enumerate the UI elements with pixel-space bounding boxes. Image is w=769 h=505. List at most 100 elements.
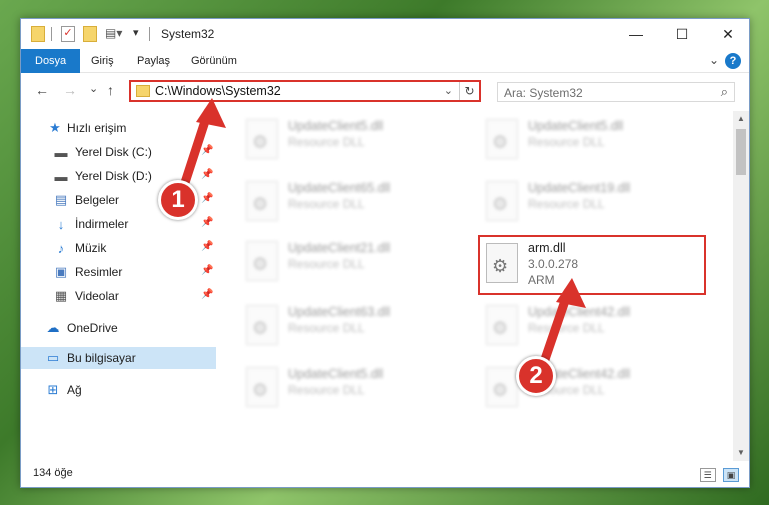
vertical-scrollbar[interactable]: ▲ ▼ [733,111,749,461]
sidebar-item-onedrive[interactable]: ☁ OneDrive [21,317,216,339]
new-folder-icon[interactable] [83,26,97,42]
sidebar-item-label: Hızlı erişim [67,121,127,135]
drive-icon: ▬ [54,168,68,184]
tab-view[interactable]: Görünüm [181,49,247,73]
customize-toolbar-icon[interactable]: ▾ [133,26,143,42]
dll-file-icon: ⚙ [486,305,518,345]
folder-icon [31,26,45,42]
pin-icon[interactable]: 📌 [201,289,213,300]
sidebar-item-local-disk-c[interactable]: ▬ Yerel Disk (C:) 📌 [21,141,216,163]
sidebar-item-videos[interactable]: ▦ Videolar 📌 [21,285,216,307]
file-item[interactable]: ⚙ UpdateClient5.dll Resource DLL [218,115,448,167]
scroll-down-icon[interactable]: ▼ [733,445,749,461]
sidebar-item-label: Yerel Disk (C:) [75,145,152,159]
file-name: UpdateClient65.dll [288,181,391,195]
file-item[interactable]: ⚙ UpdateClient42.dll Resource DLL [458,301,688,353]
file-name: UpdateClient5.dll [288,367,384,381]
sidebar-item-pictures[interactable]: ▣ Resimler 📌 [21,261,216,283]
help-icon[interactable]: ? [725,53,741,69]
cloud-icon: ☁ [46,320,60,335]
scroll-up-icon[interactable]: ▲ [733,111,749,127]
file-name: UpdateClient42.dll [528,305,631,319]
file-item-arm-dll[interactable]: ⚙ arm.dll 3.0.0.278 ARM [478,235,706,295]
pin-icon[interactable]: 📌 [201,193,213,204]
properties-icon[interactable]: ✓ [61,26,75,42]
search-icon[interactable]: ⌕ [721,84,728,100]
sidebar-item-quick-access[interactable]: ★ Hızlı erişim [21,117,216,139]
computer-icon: ▭ [46,350,60,365]
gear-icon: ⚙ [252,380,269,400]
pin-icon[interactable]: 📌 [201,265,213,276]
quick-access-toolbar-icon[interactable]: ▤▾ [105,26,125,42]
gear-icon: ⚙ [492,194,509,214]
sidebar-item-label: Müzik [75,241,107,255]
file-item[interactable]: ⚙ UpdateClient42.dll Resource DLL [458,363,688,415]
dll-file-icon: ⚙ [486,119,518,159]
file-list: ⚙ UpdateClient5.dll Resource DLL ⚙ Updat… [218,111,732,461]
music-icon: ♪ [57,240,65,256]
file-item[interactable]: ⚙ UpdateClient65.dll Resource DLL [218,177,448,229]
item-count: 134 öğe [33,467,73,479]
address-bar[interactable]: C:\Windows\System32 ⌄ ↻ [129,80,481,102]
dll-file-icon: ⚙ [486,243,518,283]
sidebar-item-label: Ağ [67,383,82,397]
title-bar: ✓ ▤▾ ▾ System32 — ☐ ✕ [21,19,749,49]
back-button[interactable]: ← [35,82,49,98]
video-icon: ▦ [54,288,68,303]
tab-share[interactable]: Paylaş [127,49,180,73]
sidebar-item-label: Bu bilgisayar [67,351,136,365]
pin-icon[interactable]: 📌 [201,241,213,252]
file-item[interactable]: ⚙ UpdateClient5.dll Resource DLL [458,115,688,167]
maximize-button[interactable]: ☐ [659,19,705,49]
refresh-button[interactable]: ↻ [459,82,479,100]
gear-icon: ⚙ [252,194,269,214]
drive-icon: ▬ [54,144,68,160]
file-item[interactable]: ⚙ UpdateClient19.dll Resource DLL [458,177,688,229]
dll-file-icon: ⚙ [246,241,278,281]
file-name: UpdateClient19.dll [528,181,631,195]
pin-icon[interactable]: 📌 [201,217,213,228]
pin-icon[interactable]: 📌 [201,169,213,180]
folder-icon [136,85,150,97]
search-placeholder: Ara: System32 [504,86,583,100]
tab-home[interactable]: Giriş [81,49,124,73]
minimize-button[interactable]: — [613,19,659,49]
scroll-thumb[interactable] [736,129,746,175]
file-description: ARM [528,273,555,287]
sidebar-item-this-pc[interactable]: ▭ Bu bilgisayar [21,347,216,369]
address-dropdown-icon[interactable]: ⌄ [444,82,453,100]
file-description: Resource DLL [528,197,605,211]
ribbon: Dosya Giriş Paylaş Görünüm ⌄ ? [21,49,749,73]
up-button[interactable]: ↑ [107,82,114,98]
file-item[interactable]: ⚙ UpdateClient5.dll Resource DLL [218,363,448,415]
dll-file-icon: ⚙ [246,119,278,159]
dll-file-icon: ⚙ [246,181,278,221]
search-input[interactable]: Ara: System32 ⌕ [497,82,735,102]
file-item[interactable]: ⚙ UpdateClient21.dll Resource DLL [218,237,448,289]
sidebar-item-network[interactable]: ⊞ Ağ [21,379,216,401]
sidebar-item-label: Belgeler [75,193,120,207]
expand-ribbon-icon[interactable]: ⌄ [709,53,719,67]
star-icon: ★ [49,120,61,135]
pin-icon[interactable]: 📌 [201,145,213,156]
sidebar-item-music[interactable]: ♪ Müzik 📌 [21,237,216,259]
forward-button[interactable]: → [63,82,77,98]
file-name: UpdateClient5.dll [528,119,624,133]
navigation-bar: ← → ⌄ ↑ C:\Windows\System32 ⌄ ↻ Ara: Sys… [21,74,749,108]
tiles-view-icon[interactable]: ▣ [723,468,739,482]
file-item[interactable]: ⚙ UpdateClient63.dll Resource DLL [218,301,448,353]
file-name: arm.dll [528,241,566,255]
dll-file-icon: ⚙ [486,181,518,221]
sidebar-item-label: İndirmeler [75,217,129,231]
address-path: C:\Windows\System32 [155,84,281,98]
gear-icon: ⚙ [492,256,509,276]
gear-icon: ⚙ [252,254,269,274]
recent-locations-button[interactable]: ⌄ [89,82,98,95]
file-version: 3.0.0.278 [528,257,579,271]
close-button[interactable]: ✕ [705,19,749,49]
tab-file[interactable]: Dosya [21,49,81,73]
details-view-icon[interactable]: ☰ [699,468,716,482]
file-description: Resource DLL [528,321,605,335]
sidebar-item-label: Yerel Disk (D:) [75,169,152,183]
documents-icon: ▤ [54,192,68,207]
